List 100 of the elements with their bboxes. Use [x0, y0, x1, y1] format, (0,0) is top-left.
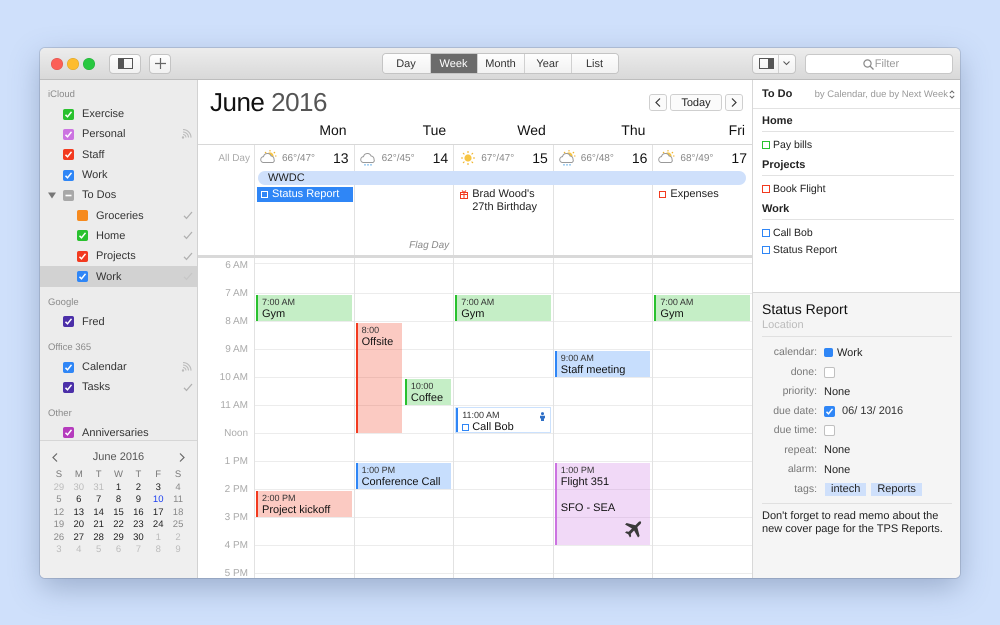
sidebar-item[interactable]: Anniversaries [40, 422, 197, 440]
sidebar-item[interactable]: Staff [40, 144, 197, 165]
calendar-day[interactable]: 1 [108, 482, 128, 492]
calendar-day[interactable]: 2 [128, 482, 148, 492]
field-value[interactable]: None [824, 386, 850, 398]
zoom-button[interactable] [83, 58, 95, 70]
calendar-day[interactable]: 10 [148, 494, 168, 505]
checkbox[interactable] [77, 271, 88, 282]
todo-label[interactable]: Status Report [773, 244, 838, 256]
previous-month-icon[interactable] [52, 452, 58, 462]
previous-week-button[interactable] [649, 94, 667, 111]
sidebar-item[interactable]: Projects [40, 246, 197, 266]
calendar-day[interactable]: 7 [88, 494, 109, 505]
todo-item[interactable]: Expenses [655, 187, 751, 202]
tag[interactable]: Reports [871, 482, 922, 496]
disclosure-triangle-icon[interactable] [48, 191, 56, 200]
checkbox[interactable] [63, 362, 74, 373]
all-day-event[interactable]: WWDC [258, 171, 746, 185]
calendar-event[interactable]: 7:00 AM Gym [455, 295, 551, 321]
todo-checkbox[interactable] [762, 246, 770, 254]
sidebar-item[interactable]: Groceries [40, 205, 197, 226]
calendar-day[interactable]: 3 [148, 482, 168, 492]
calendar-event[interactable]: 10:00 Coffee [404, 379, 452, 405]
sidebar-item[interactable]: Work [40, 266, 197, 287]
calendar-day[interactable]: 27 [68, 532, 89, 542]
calendar-day[interactable]: 23 [128, 519, 148, 530]
checkbox[interactable] [824, 406, 835, 417]
todo-label[interactable]: Pay bills [773, 138, 812, 150]
calendar-day[interactable]: 29 [108, 532, 128, 542]
checkbox[interactable] [63, 149, 74, 160]
calendar-day[interactable]: 8 [108, 494, 128, 505]
checkbox[interactable] [77, 250, 88, 262]
field-value[interactable]: None [824, 464, 850, 476]
calendar-event[interactable]: 7:00 AM Gym [654, 295, 750, 321]
calendar-day[interactable]: 15 [108, 506, 128, 518]
calendar-day[interactable]: 16 [128, 506, 148, 518]
calendar-event[interactable]: 1:00 PM Flight 351 SFO - SEA [554, 463, 650, 545]
calendar-day[interactable]: 24 [148, 519, 168, 530]
calendar-value[interactable]: Work [837, 346, 862, 359]
add-button[interactable] [149, 54, 171, 74]
today-button[interactable]: Today [670, 94, 722, 111]
tag[interactable]: intech [825, 482, 866, 496]
calendar-day[interactable]: 28 [88, 532, 109, 542]
checkbox[interactable] [63, 382, 74, 393]
birthday-event[interactable]: Brad Wood's 27th Birthday [456, 187, 552, 215]
todo-label[interactable]: Book Flight [773, 182, 826, 194]
sidebar-item[interactable]: Calendar [40, 356, 197, 378]
todo-checkbox[interactable] [762, 228, 770, 236]
todo-checkbox[interactable] [659, 190, 666, 198]
calendar-event[interactable]: 8:00 Offsite [356, 323, 402, 433]
calendar-day[interactable]: 6 [68, 494, 89, 505]
view-tab[interactable]: Day [382, 54, 430, 73]
todo-checkbox[interactable] [762, 140, 770, 148]
todo-item[interactable]: Status Report [257, 187, 353, 202]
checkbox[interactable] [63, 427, 74, 438]
field-value[interactable]: None [824, 444, 850, 456]
calendar-event[interactable]: 9:00 AM Staff meeting [554, 351, 650, 377]
sidebar-item[interactable]: Personal [40, 124, 197, 145]
calendar-event[interactable]: 7:00 AM Gym [256, 295, 352, 321]
calendar-day[interactable]: 21 [88, 519, 109, 530]
view-tab[interactable]: Year [524, 54, 570, 73]
search-field[interactable]: Filter [805, 54, 953, 74]
location-field[interactable]: Location [762, 317, 952, 337]
checkbox[interactable] [63, 170, 74, 181]
next-week-button[interactable] [725, 94, 743, 111]
calendar-day[interactable]: 13 [68, 506, 89, 518]
checkbox[interactable] [77, 210, 88, 222]
todo-checkbox[interactable] [762, 184, 770, 192]
inspector-toggle-button[interactable] [752, 54, 796, 74]
calendar-day[interactable]: 22 [108, 519, 128, 530]
view-tab[interactable]: Week [430, 54, 476, 73]
calendar-day[interactable]: 9 [128, 494, 148, 505]
sidebar-item[interactable]: Fred [40, 312, 197, 332]
close-button[interactable] [51, 58, 63, 70]
sidebar-item[interactable]: To Dos [40, 185, 197, 206]
checkbox[interactable] [63, 108, 74, 120]
calendar-event[interactable]: 1:00 PM Conference Call [356, 463, 452, 489]
calendar-day[interactable]: 30 [128, 532, 148, 542]
sidebar-item[interactable]: Work [40, 164, 197, 186]
minimize-button[interactable] [67, 58, 79, 70]
sidebar-item[interactable]: Home [40, 226, 197, 246]
checkbox[interactable] [63, 190, 74, 201]
view-tab[interactable]: List [570, 54, 618, 73]
checkbox[interactable] [824, 366, 835, 378]
checkbox[interactable] [824, 425, 835, 436]
sidebar-item[interactable]: Exercise [40, 104, 197, 124]
next-month-icon[interactable] [178, 452, 185, 462]
checkbox[interactable] [63, 128, 74, 140]
calendar-day[interactable]: 20 [68, 519, 89, 530]
checkbox[interactable] [77, 230, 88, 242]
view-tab[interactable]: Month [476, 54, 524, 73]
due-date-value[interactable]: 06/ 13/ 2016 [842, 405, 904, 418]
sidebar-toggle-button[interactable] [109, 54, 141, 74]
calendar-day[interactable]: 17 [148, 506, 168, 518]
sidebar-item[interactable]: Tasks [40, 377, 197, 398]
todo-label[interactable]: Call Bob [773, 226, 813, 238]
todo-event[interactable]: 11:00 AM Call Bob [455, 407, 551, 433]
calendar-day[interactable]: 14 [88, 506, 109, 518]
calendar-event[interactable]: 2:00 PM Project kickoff [256, 491, 352, 517]
checkbox[interactable] [63, 316, 74, 328]
